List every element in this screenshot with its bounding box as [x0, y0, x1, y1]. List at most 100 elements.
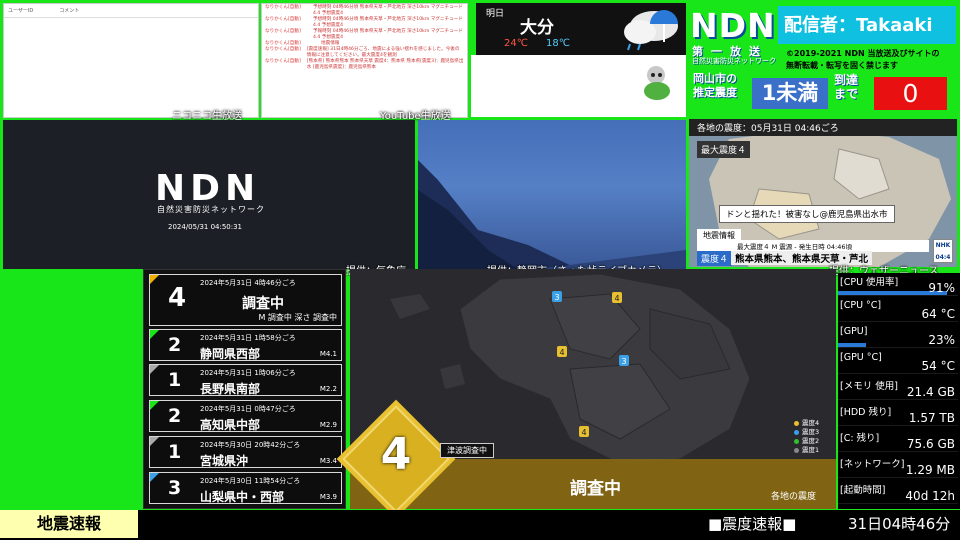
user-id-column-header: ユーザーID — [8, 8, 34, 14]
system-stat-label: [CPU 使用率] — [840, 277, 899, 288]
earthquake-history-list: 4 2024年5月31日 4時46分ごろ 調査中 M 調査中 深さ 調査中 2 2024年… — [143, 269, 346, 509]
legend-item: 震度1 — [794, 446, 819, 455]
system-stat-value: 75.6 GB — [906, 437, 955, 451]
intensity-map-panel: 3 4 4 3 4 4 津波調査中 調査中 各地の震度 震度4 震度3 震度2 震度1 — [336, 269, 836, 519]
map-intensity-value: 4 — [380, 429, 412, 480]
legend-dot-icon — [794, 448, 799, 453]
broadcast-channel-sub: 自然災害防災ネットワーク — [692, 57, 776, 65]
chat-text: 予報時刻 04時46分頃 熊本県天草・芦北地方 深さ10km マグ二チュード4.… — [312, 29, 463, 40]
earthquake-item[interactable]: 1 2024年5月30日 20時42分ごろ 宮城県沖 M3.4 — [149, 436, 342, 468]
tsunami-status: 津波調査中 — [440, 443, 494, 458]
system-stat-value: 21.4 GB — [906, 385, 955, 399]
system-stat-row: [起動時間] 40d 12h — [838, 481, 958, 504]
usage-bar — [838, 343, 866, 347]
ticker-bar — [0, 510, 960, 540]
earthquake-epicenter: 長野県南部 — [200, 382, 261, 396]
earthquake-magnitude: M4.1 — [319, 350, 337, 358]
system-stat-label: [GPU °C] — [840, 352, 882, 363]
chat-author: なりかくん[自動] — [265, 47, 301, 52]
chat-text: [震度速報] 31日4時46分ごろ、地震による強い揺れを感じました。今後の情報に… — [306, 47, 460, 58]
legend-item: 震度4 — [794, 419, 819, 428]
system-stat-row: [ネットワーク] 1.29 MB — [838, 455, 958, 478]
system-stat-label: [GPU] — [840, 326, 868, 337]
system-stat-value: 40d 12h — [905, 489, 955, 503]
weather-city: 大分 — [520, 18, 554, 38]
earthquake-intensity: 1 — [168, 441, 182, 463]
nhk-max-intensity: 最大震度４ — [697, 141, 751, 158]
intensity-color-marker — [150, 275, 159, 284]
caster-name: 配信者：Takaaki — [778, 6, 956, 44]
earthquake-datetime: 2024年5月31日 1時58分ごろ — [200, 334, 296, 342]
ndn-video-timestamp: 2024/05/31 04:50:31 — [168, 223, 243, 231]
legend-label: 震度2 — [802, 437, 820, 445]
estimated-intensity-label-line-1: 岡山市の — [693, 72, 737, 85]
system-stat-label: [起動時間] — [840, 485, 886, 496]
rain-umbrella-icon — [624, 10, 678, 51]
earthquake-datetime: 2024年5月30日 11時54分ごろ — [200, 477, 301, 485]
system-stat-row: [メモリ 使用] 21.4 GB — [838, 377, 958, 400]
chat-message: なりかくん[自動] 予報時刻 04時46分頃 熊本県天草・芦北地方 深さ10km … — [265, 29, 464, 41]
chat-author: なりかくん[自動] — [265, 59, 301, 64]
earthquake-item[interactable]: 1 2024年5月31日 1時06分ごろ長野県南部 M2.2 — [149, 364, 342, 396]
system-stat-label: [メモリ 使用] — [840, 381, 898, 392]
svg-text:3: 3 — [554, 293, 559, 302]
system-stat-label: [CPU °C] — [840, 300, 882, 311]
system-stat-row: [CPU 使用率] 91% — [838, 273, 958, 296]
earthquake-intensity: 2 — [168, 334, 182, 356]
chat-text: 予想時刻 04時46分頃 熊本県天草・芦北地方 深さ10km マグニチュード4.… — [312, 17, 463, 28]
earthquake-epicenter: 静岡県西部 — [200, 347, 261, 361]
nhk-bottom-label: 震度４ — [697, 251, 733, 266]
earthquake-item[interactable]: 3 2024年5月30日 11時54分ごろ 山梨県中・西部 M3.9 — [149, 472, 342, 504]
chat-author: なりかくん[自動] — [265, 5, 301, 10]
mountain-silhouette — [418, 160, 686, 269]
earthquake-item[interactable]: 2 2024年5月31日 1時58分ごろ静岡県西部 M4.1 — [149, 329, 342, 361]
ticker-label: 地震速報 — [0, 510, 138, 538]
chat-author: なりかくん[自動] — [265, 29, 301, 34]
copyright-notice: ©2019-2021 NDN 当放送及びサイトの 無断転載・転写を固く禁じます — [786, 48, 958, 72]
ticker-time: 31日04時46分 — [848, 515, 951, 533]
legend-item: 震度3 — [794, 428, 819, 437]
earthquake-epicenter: 宮城県沖 — [200, 454, 249, 468]
estimated-intensity-value: 1未満 — [752, 78, 828, 109]
map-legend: 震度4 震度3 震度2 震度1 — [794, 419, 819, 455]
system-stat-value: 64 °C — [921, 307, 955, 321]
earthquake-datetime: 2024年5月30日 20時42分ごろ — [200, 441, 301, 449]
legend-label: 震度3 — [802, 428, 820, 436]
earthquake-intensity: 1 — [168, 369, 182, 391]
chat-text: 予想時刻 04時46分頃 熊本県天草・芦北地方 深さ10km マグニチュード4.… — [312, 5, 463, 16]
system-stat-row: [C: 残り] 75.6 GB — [838, 429, 958, 452]
nhk-logo-text: NHK — [935, 242, 951, 249]
system-stat-label: [ネットワーク] — [840, 459, 905, 470]
legend-dot-icon — [794, 430, 799, 435]
niconico-comment-panel: ユーザーID コメント — [3, 3, 259, 118]
arrival-label-line-1: 到達 — [834, 73, 859, 87]
legend-label: 震度1 — [802, 446, 820, 454]
intensity-color-marker — [150, 330, 159, 339]
system-monitor-panel: [CPU 使用率] 91% [CPU °C] 64 °C [GPU] 23% [GPU °C… — [838, 273, 960, 509]
system-stat-value: 1.57 TB — [908, 411, 955, 425]
earthquake-item[interactable]: 2 2024年5月31日 0時47分ごろ 高知県中部 M2.9 — [149, 400, 342, 432]
map-status: 調査中 — [570, 479, 621, 499]
copyright-line-2: 無断転載・転写を固く禁じます — [786, 61, 898, 70]
earthquake-datetime: 2024年5月31日 1時06分ごろ — [200, 369, 296, 377]
earthquake-magnitude: M3.9 — [319, 493, 337, 501]
nhk-caption: ドンと揺れた！被害なし@鹿児島県出水市 — [719, 205, 895, 223]
mascot-icon — [644, 66, 670, 100]
system-stat-value: 23% — [928, 333, 955, 347]
legend-dot-icon — [794, 421, 799, 426]
ndn-video-logo: NDN — [155, 168, 261, 209]
earthquake-epicenter: 高知県中部 — [200, 418, 261, 432]
intensity-color-marker — [150, 401, 159, 410]
earthquake-datetime: 2024年5月31日 0時47分ごろ — [200, 405, 296, 413]
earthquake-magnitude: M2.2 — [319, 385, 337, 393]
earthquake-datetime: 2024年5月31日 4時46分ごろ — [200, 279, 296, 287]
svg-text:4: 4 — [559, 348, 564, 357]
arrival-label-line-2: まで — [834, 87, 859, 101]
legend-dot-icon — [794, 439, 799, 444]
svg-text:4: 4 — [581, 428, 586, 437]
legend-item: 震度2 — [794, 437, 819, 446]
earthquake-item[interactable]: 4 2024年5月31日 4時46分ごろ 調査中 M 調査中 深さ 調査中 — [149, 274, 342, 326]
ndn-video-subtitle: 自然災害防災ネットワーク — [157, 205, 265, 214]
system-stat-row: [HDD 残り] 1.57 TB — [838, 403, 958, 426]
earthquake-epicenter: 調査中 — [242, 296, 284, 312]
